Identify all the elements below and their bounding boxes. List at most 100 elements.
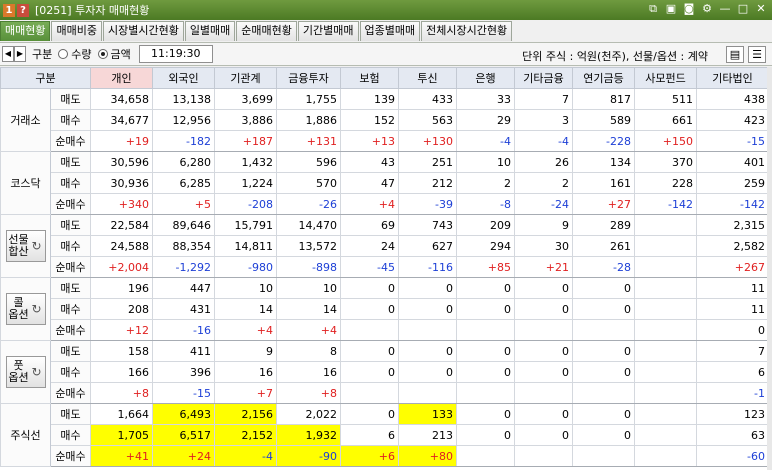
value-cell: +85: [456, 256, 515, 278]
value-cell: 212: [398, 172, 457, 194]
value-cell: 209: [456, 214, 515, 236]
title-bar: 1 ? [0251] 투자자 매매현황 ⧉ ▣ ◙ ⚙ — □ ✕: [0, 0, 772, 20]
column-header-9[interactable]: 연기금등: [572, 67, 635, 89]
row-type-label: 매수: [50, 235, 91, 257]
value-cell: 0: [456, 361, 515, 383]
table-row: 순매수 +8 -15 +7 +8 -1: [1, 382, 769, 404]
value-cell: +12: [90, 319, 153, 341]
value-cell: 0: [340, 403, 399, 425]
value-cell: 0: [572, 361, 635, 383]
value-cell: 2: [456, 172, 515, 194]
value-cell: [634, 340, 697, 362]
row-type-label: 매도: [50, 403, 91, 425]
value-cell: 0: [514, 361, 573, 383]
prev-arrow-icon[interactable]: ◀: [2, 46, 14, 62]
value-cell: 34,677: [90, 109, 153, 131]
group-toggle-button[interactable]: 콜 옵션 ↻: [5, 293, 46, 325]
screen-number-badge[interactable]: 1: [3, 3, 15, 17]
row-type-label: 매도: [50, 277, 91, 299]
row-type-label: 순매수: [50, 193, 91, 215]
column-header-8[interactable]: 기타금융: [514, 67, 573, 89]
row-type-label: 매수: [50, 361, 91, 383]
gear-icon[interactable]: ⚙: [700, 2, 714, 16]
value-cell: -28: [572, 256, 635, 278]
radio-amount[interactable]: 금액: [97, 46, 131, 62]
time-field[interactable]: 11:19:30: [138, 45, 213, 63]
close-icon[interactable]: ✕: [754, 2, 768, 16]
group-toggle-label: 풋 옵션: [8, 360, 30, 384]
column-header-11[interactable]: 기타법인: [696, 67, 769, 89]
value-cell: 158: [90, 340, 153, 362]
maximize-icon[interactable]: □: [736, 2, 750, 16]
value-cell: -142: [696, 193, 769, 215]
tab-6[interactable]: 업종별매매: [359, 21, 421, 41]
column-header-4[interactable]: 금융투자: [276, 67, 341, 89]
value-cell: +19: [90, 130, 153, 152]
tab-2[interactable]: 시장별시간현황: [102, 21, 184, 41]
tab-7[interactable]: 전체시장시간현황: [421, 21, 513, 41]
tab-1[interactable]: 매매비중: [51, 21, 102, 41]
table-row: 풋 옵션 ↻ 매도 158 411 9 8 0 0 0 0 0 7: [0, 340, 769, 404]
table-view-icon[interactable]: ▤: [726, 46, 744, 63]
row-type-label: 매수: [50, 424, 91, 446]
tab-5[interactable]: 기간별매매: [297, 21, 359, 41]
radio-quantity[interactable]: 수량: [58, 46, 92, 62]
next-arrow-icon[interactable]: ▶: [14, 46, 26, 62]
value-cell: +7: [214, 382, 277, 404]
group-label-line2: 합산: [8, 245, 29, 258]
group-label: 코스닥: [0, 151, 51, 215]
group-label[interactable]: 콜 옵션 ↻: [0, 277, 51, 341]
value-cell: 396: [152, 361, 215, 383]
value-cell: 0: [572, 403, 635, 425]
column-header-5[interactable]: 보험: [340, 67, 399, 89]
value-cell: -4: [456, 130, 515, 152]
value-cell: 8: [276, 340, 341, 362]
window-title: [0251] 투자자 매매현황: [35, 4, 150, 17]
group-toggle-button[interactable]: 풋 옵션 ↻: [5, 356, 46, 388]
help-badge[interactable]: ?: [17, 3, 29, 17]
vertical-scrollbar[interactable]: [767, 67, 772, 470]
tab-3[interactable]: 일별매매: [184, 21, 236, 41]
camera-icon[interactable]: ◙: [682, 2, 696, 16]
value-cell: 1,755: [276, 88, 341, 110]
copy-icon[interactable]: ▣: [664, 2, 678, 16]
value-cell: 7: [696, 340, 769, 362]
table-row: 매수 166 396 16 16 0 0 0 0 0 6: [1, 361, 769, 383]
value-cell: -15: [696, 130, 769, 152]
value-cell: 661: [634, 109, 697, 131]
tab-4[interactable]: 순매매현황: [236, 21, 297, 41]
list-view-icon[interactable]: ☰: [748, 46, 766, 63]
table-row: 매수 34,677 12,956 3,886 1,886 152 563 29 3 589 661 4…: [1, 109, 769, 131]
group-toggle-button[interactable]: 선물 합산 ↻: [5, 230, 46, 262]
row-type-label: 매도: [50, 151, 91, 173]
value-cell: 123: [696, 403, 769, 425]
tab-0[interactable]: 매매현황: [0, 21, 51, 41]
value-cell: 30: [514, 235, 573, 257]
radio-quantity-dot[interactable]: [58, 49, 69, 59]
value-cell: 208: [90, 298, 153, 320]
value-cell: 0: [340, 277, 399, 299]
row-type-label: 매수: [50, 172, 91, 194]
link-icon[interactable]: ⧉: [646, 2, 660, 16]
minimize-icon[interactable]: —: [718, 2, 732, 16]
radio-amount-dot[interactable]: [97, 49, 108, 59]
column-header-7[interactable]: 은행: [456, 67, 515, 89]
value-cell: 423: [696, 109, 769, 131]
value-cell: [634, 256, 697, 278]
group-label[interactable]: 풋 옵션 ↻: [0, 340, 51, 404]
value-cell: 7: [514, 88, 573, 110]
value-cell: [572, 382, 635, 404]
column-header-3[interactable]: 기관계: [214, 67, 277, 89]
group-label[interactable]: 선물 합산 ↻: [0, 214, 51, 278]
column-header-2[interactable]: 외국인: [152, 67, 215, 89]
column-header-10[interactable]: 사모펀드: [634, 67, 697, 89]
column-header-6[interactable]: 투신: [398, 67, 457, 89]
value-cell: [634, 235, 697, 257]
value-cell: 3,699: [214, 88, 277, 110]
refresh-icon: ↻: [31, 302, 42, 316]
value-cell: +267: [696, 256, 769, 278]
column-header-0[interactable]: 구분: [0, 67, 91, 89]
column-header-1[interactable]: 개인: [90, 67, 153, 89]
investor-table: 구분 개인 외국인 기관계 금융투자 보험 투신 은행 기타금융 연기금등 사모펀드 기타법인 거래소…: [0, 67, 769, 467]
row-type-label: 매수: [50, 109, 91, 131]
